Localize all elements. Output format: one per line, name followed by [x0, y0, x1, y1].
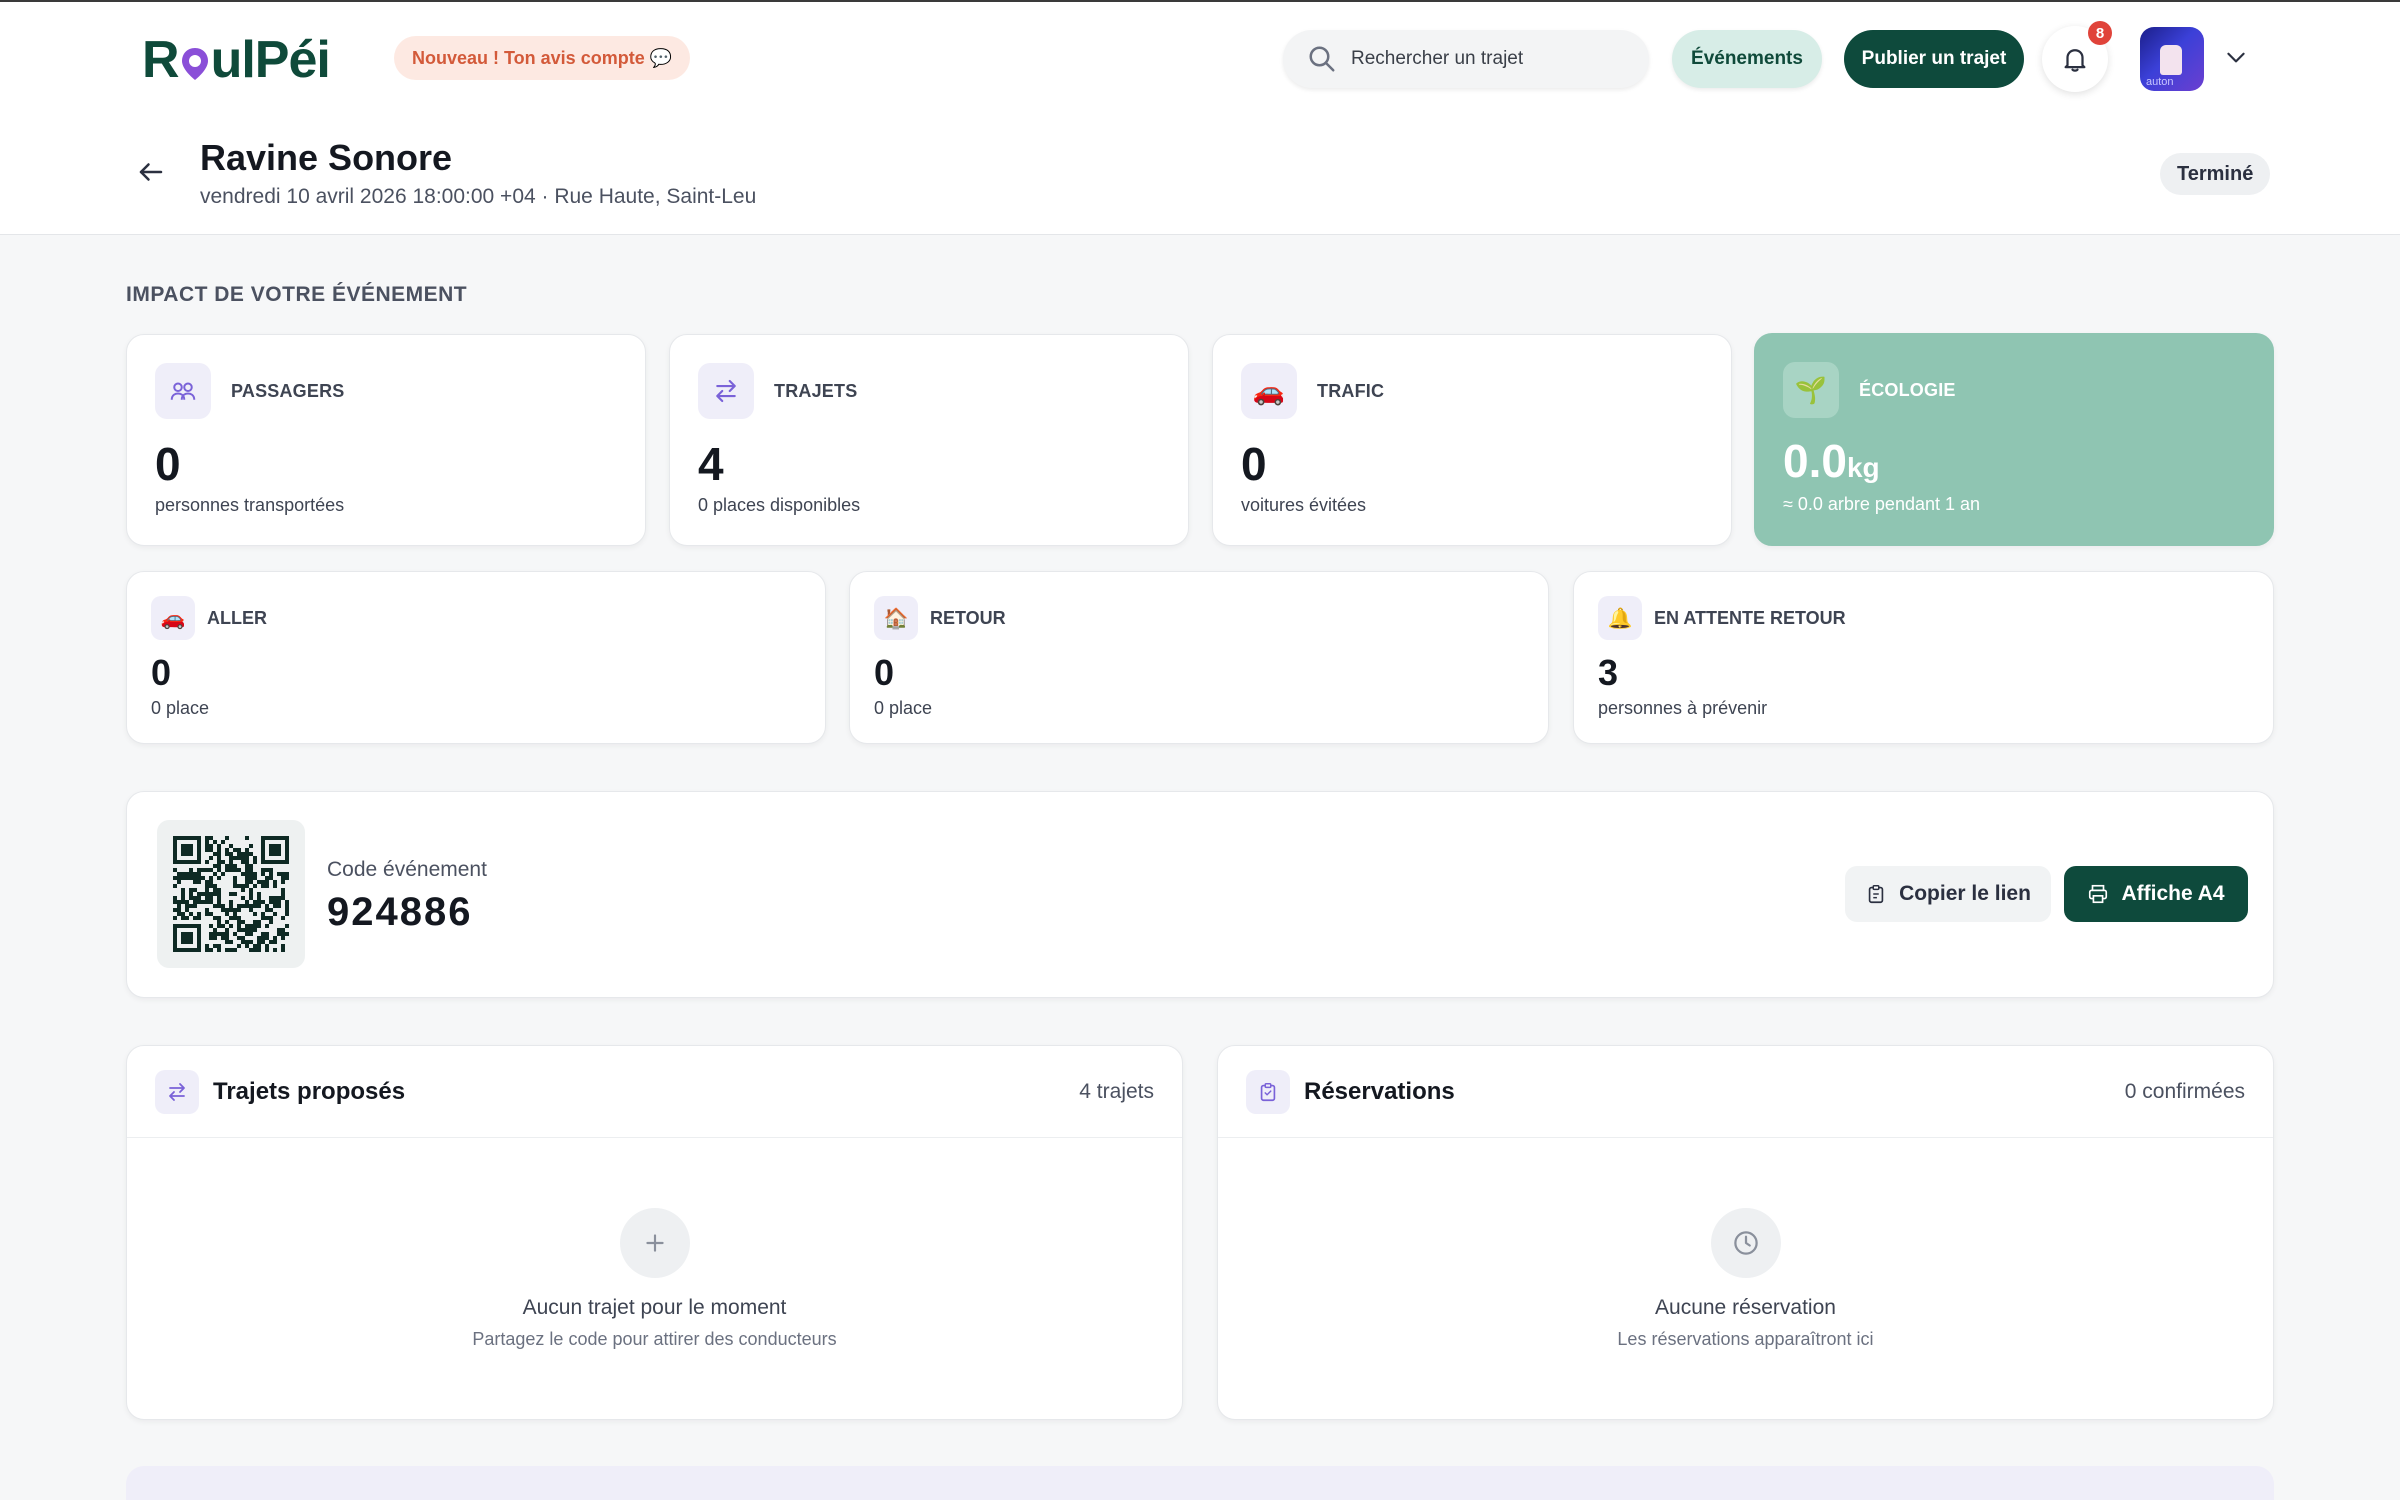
stat-value: 0: [155, 438, 181, 490]
event-code-card: Code événement 924886 Copier le lien Aff…: [126, 791, 2274, 998]
trip-card-return: 🏠 RETOUR 0 0 place: [849, 571, 1549, 744]
car-icon: 🚗: [1241, 363, 1297, 419]
stat-card-passengers: PASSAGERS 0 personnes transportées: [126, 334, 646, 546]
panel-title: Trajets proposés: [213, 1078, 406, 1105]
stat-sub: personnes transportées: [155, 495, 345, 515]
search-input[interactable]: [1351, 48, 1621, 70]
stat-label: PASSAGERS: [231, 381, 345, 401]
roulpei-logo[interactable]: R ulPéi: [142, 30, 331, 90]
stat-label: ÉCOLOGIE: [1859, 380, 1956, 400]
trip-sub: 0 place: [874, 698, 933, 718]
user-avatar[interactable]: auton: [2140, 27, 2204, 91]
qr-code[interactable]: [157, 820, 305, 968]
car-icon: 🚗: [151, 596, 195, 640]
bottom-info-card: [126, 1466, 2274, 1500]
stat-value: 0: [1241, 438, 1267, 490]
panel-header: Réservations 0 confirmées: [1218, 1046, 2273, 1138]
print-poster-button[interactable]: Affiche A4: [2064, 866, 2248, 922]
eco-value: 0.0: [1783, 435, 1847, 487]
trip-value: 3: [1598, 652, 1619, 693]
trip-label: EN ATTENTE RETOUR: [1654, 608, 1846, 628]
stat-card-ecology: 🌱 ÉCOLOGIE 0.0kg ≈ 0.0 arbre pendant 1 a…: [1754, 333, 2274, 546]
bell-icon: 🔔: [1598, 596, 1642, 640]
stat-sub: voitures évitées: [1241, 495, 1367, 515]
qr-code-icon: [173, 836, 289, 952]
empty-state-subtitle: Les réservations apparaîtront ici: [1617, 1329, 1874, 1349]
impact-section-title: IMPACT DE VOTRE ÉVÉNEMENT: [126, 283, 468, 306]
search-bar[interactable]: [1283, 30, 1649, 88]
bell-icon: [2064, 49, 2086, 72]
stat-sub: ≈ 0.0 arbre pendant 1 an: [1783, 494, 1981, 514]
back-arrow-icon[interactable]: [136, 157, 166, 187]
print-poster-label: Affiche A4: [2121, 882, 2225, 905]
trip-card-waiting-return: 🔔 EN ATTENTE RETOUR 3 personnes à préven…: [1573, 571, 2274, 744]
panel-title: Réservations: [1304, 1078, 1455, 1105]
stat-label: TRAFIC: [1317, 381, 1385, 401]
event-code-value: 924886: [327, 890, 473, 934]
plus-icon: [646, 1234, 664, 1252]
clock-badge: [1711, 1208, 1781, 1278]
trip-value: 0: [874, 652, 895, 693]
logo-pin-icon: [181, 48, 208, 80]
stat-card-traffic: 🚗 TRAFIC 0 voitures évitées: [1212, 334, 1732, 546]
stat-value: 4: [698, 438, 724, 490]
swap-arrows-icon: [698, 363, 754, 419]
publish-trip-button[interactable]: Publier un trajet: [1844, 30, 2024, 88]
events-button[interactable]: Événements: [1672, 30, 1822, 88]
stat-sub: 0 places disponibles: [698, 495, 861, 515]
feedback-badge[interactable]: Nouveau ! Ton avis compte 💬: [394, 36, 691, 80]
event-subtitle: vendredi 10 avril 2026 18:00:00 +04 · Ru…: [200, 185, 757, 208]
clipboard-check-icon: [1246, 1070, 1290, 1114]
event-header: Ravine Sonore vendredi 10 avril 2026 18:…: [0, 115, 2400, 235]
clock-icon: [1734, 1231, 1758, 1255]
stat-card-trips: TRAJETS 4 0 places disponibles: [669, 334, 1189, 546]
stat-value: 0.0kg: [1783, 434, 1880, 488]
stat-label: TRAJETS: [774, 381, 858, 401]
trip-sub: 0 place: [151, 698, 210, 718]
empty-state-title: Aucune réservation: [1655, 1296, 1836, 1319]
proposed-trips-panel: Trajets proposés 4 trajets Aucun trajet …: [126, 1045, 1183, 1420]
trip-card-outbound: 🚗 ALLER 0 0 place: [126, 571, 826, 744]
reservations-panel: Réservations 0 confirmées Aucune réserva…: [1217, 1045, 2274, 1420]
empty-state-title: Aucun trajet pour le moment: [522, 1296, 787, 1319]
panel-header: Trajets proposés 4 trajets: [127, 1046, 1182, 1138]
users-icon: [155, 363, 211, 419]
trip-label: ALLER: [207, 608, 267, 628]
seedling-icon: 🌱: [1783, 362, 1839, 418]
avatar-caption: auton: [2146, 76, 2174, 88]
notification-count-badge: 8: [2088, 21, 2112, 45]
top-navigation-bar: R ulPéi Nouveau ! Ton avis compte 💬 Évén…: [0, 0, 2400, 115]
copy-link-label: Copier le lien: [1899, 882, 2031, 905]
trip-label: RETOUR: [930, 608, 1006, 628]
swap-arrows-icon: [155, 1070, 199, 1114]
eco-unit: kg: [1846, 452, 1880, 483]
add-trip-button[interactable]: [620, 1208, 690, 1278]
search-icon: [1309, 46, 1335, 72]
printer-icon: [2089, 884, 2108, 904]
copy-link-button[interactable]: Copier le lien: [1845, 866, 2051, 922]
status-badge: Terminé: [2160, 153, 2271, 195]
clipboard-icon: [1868, 885, 1884, 904]
event-title: Ravine Sonore: [200, 137, 453, 178]
house-icon: 🏠: [874, 596, 918, 640]
event-code-label: Code événement: [327, 858, 487, 881]
panel-count: 4 trajets: [1079, 1080, 1154, 1103]
trip-value: 0: [151, 652, 172, 693]
trip-sub: personnes à prévenir: [1598, 698, 1768, 718]
chevron-down-icon[interactable]: [2223, 44, 2249, 70]
empty-state-subtitle: Partagez le code pour attirer des conduc…: [472, 1329, 837, 1349]
panel-count: 0 confirmées: [2124, 1080, 2245, 1103]
